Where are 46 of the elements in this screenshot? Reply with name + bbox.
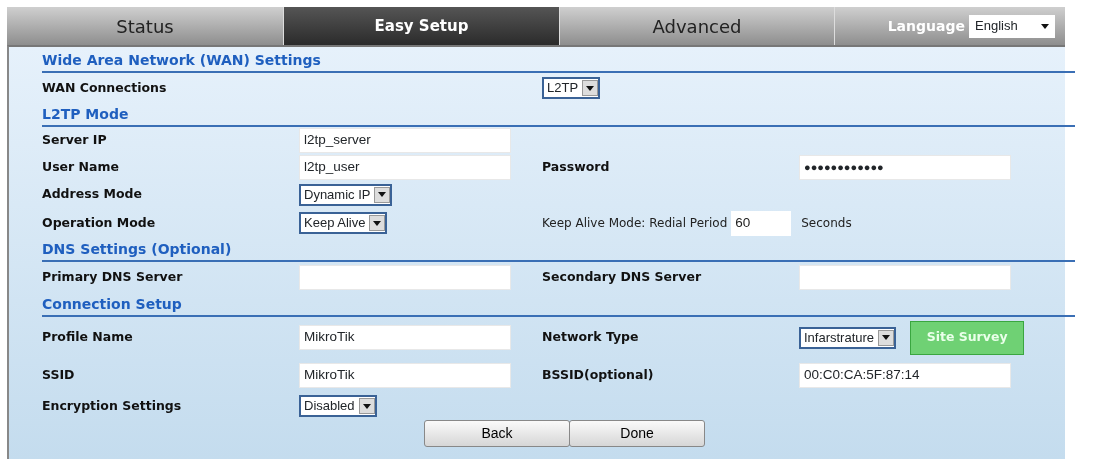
- password-field[interactable]: ●●●●●●●●●●●●: [799, 155, 1011, 180]
- input-field[interactable]: l2tp_user: [299, 155, 511, 180]
- caret-icon: [882, 335, 891, 340]
- section-heading: DNS Settings (Optional): [42, 238, 1075, 262]
- tab[interactable]: Advanced: [560, 7, 835, 45]
- input-field[interactable]: [799, 265, 1011, 290]
- dropdown[interactable]: L2TP: [542, 77, 601, 99]
- done-button[interactable]: Done: [569, 420, 705, 447]
- field-label: Network Type: [542, 328, 639, 347]
- input-field[interactable]: 60: [731, 210, 792, 236]
- input-field[interactable]: l2tp_server: [299, 128, 511, 153]
- section-heading: Wide Area Network (WAN) Settings: [42, 49, 1075, 73]
- field-label: Profile Name: [42, 328, 133, 347]
- field-label: SSID: [42, 365, 75, 384]
- field-label: Keep Alive Mode: Redial Period: [542, 215, 728, 232]
- language-select[interactable]: English: [969, 14, 1055, 38]
- field-label: User Name: [42, 158, 119, 177]
- section-heading: L2TP Mode: [42, 103, 1075, 127]
- dropdown[interactable]: Infarstrature: [799, 326, 897, 349]
- field-label: Operation Mode: [42, 213, 156, 232]
- field-label: BSSID(optional): [542, 365, 654, 384]
- field-label: Server IP: [42, 131, 107, 150]
- caret-icon: [378, 192, 387, 197]
- tab[interactable]: Easy Setup: [284, 7, 560, 45]
- caret-icon: [373, 220, 382, 226]
- section-heading: Connection Setup: [42, 293, 1075, 317]
- dropdown[interactable]: Disabled: [299, 395, 377, 417]
- language-label: Language: [887, 16, 965, 36]
- field-label: WAN Connections: [42, 78, 167, 97]
- field-label: Address Mode: [42, 185, 142, 204]
- tab[interactable]: Status: [7, 7, 284, 45]
- unit-label: Seconds: [801, 215, 852, 232]
- field-label: Secondary DNS Server: [542, 268, 702, 287]
- input-field[interactable]: [299, 265, 511, 290]
- dropdown[interactable]: Dynamic IP: [299, 183, 393, 206]
- dropdown[interactable]: Keep Alive: [299, 212, 388, 234]
- field-label: Password: [542, 158, 610, 177]
- caret-icon: [1041, 23, 1049, 29]
- caret-icon: [586, 85, 595, 91]
- input-field[interactable]: MikroTik: [299, 362, 511, 388]
- caret-icon: [362, 403, 371, 409]
- back-button[interactable]: Back: [424, 420, 570, 447]
- input-field[interactable]: 00:C0:CA:5F:87:14: [799, 362, 1011, 388]
- field-label: Primary DNS Server: [42, 268, 183, 287]
- field-label: Encryption Settings: [42, 396, 182, 415]
- input-field[interactable]: MikroTik: [299, 325, 511, 350]
